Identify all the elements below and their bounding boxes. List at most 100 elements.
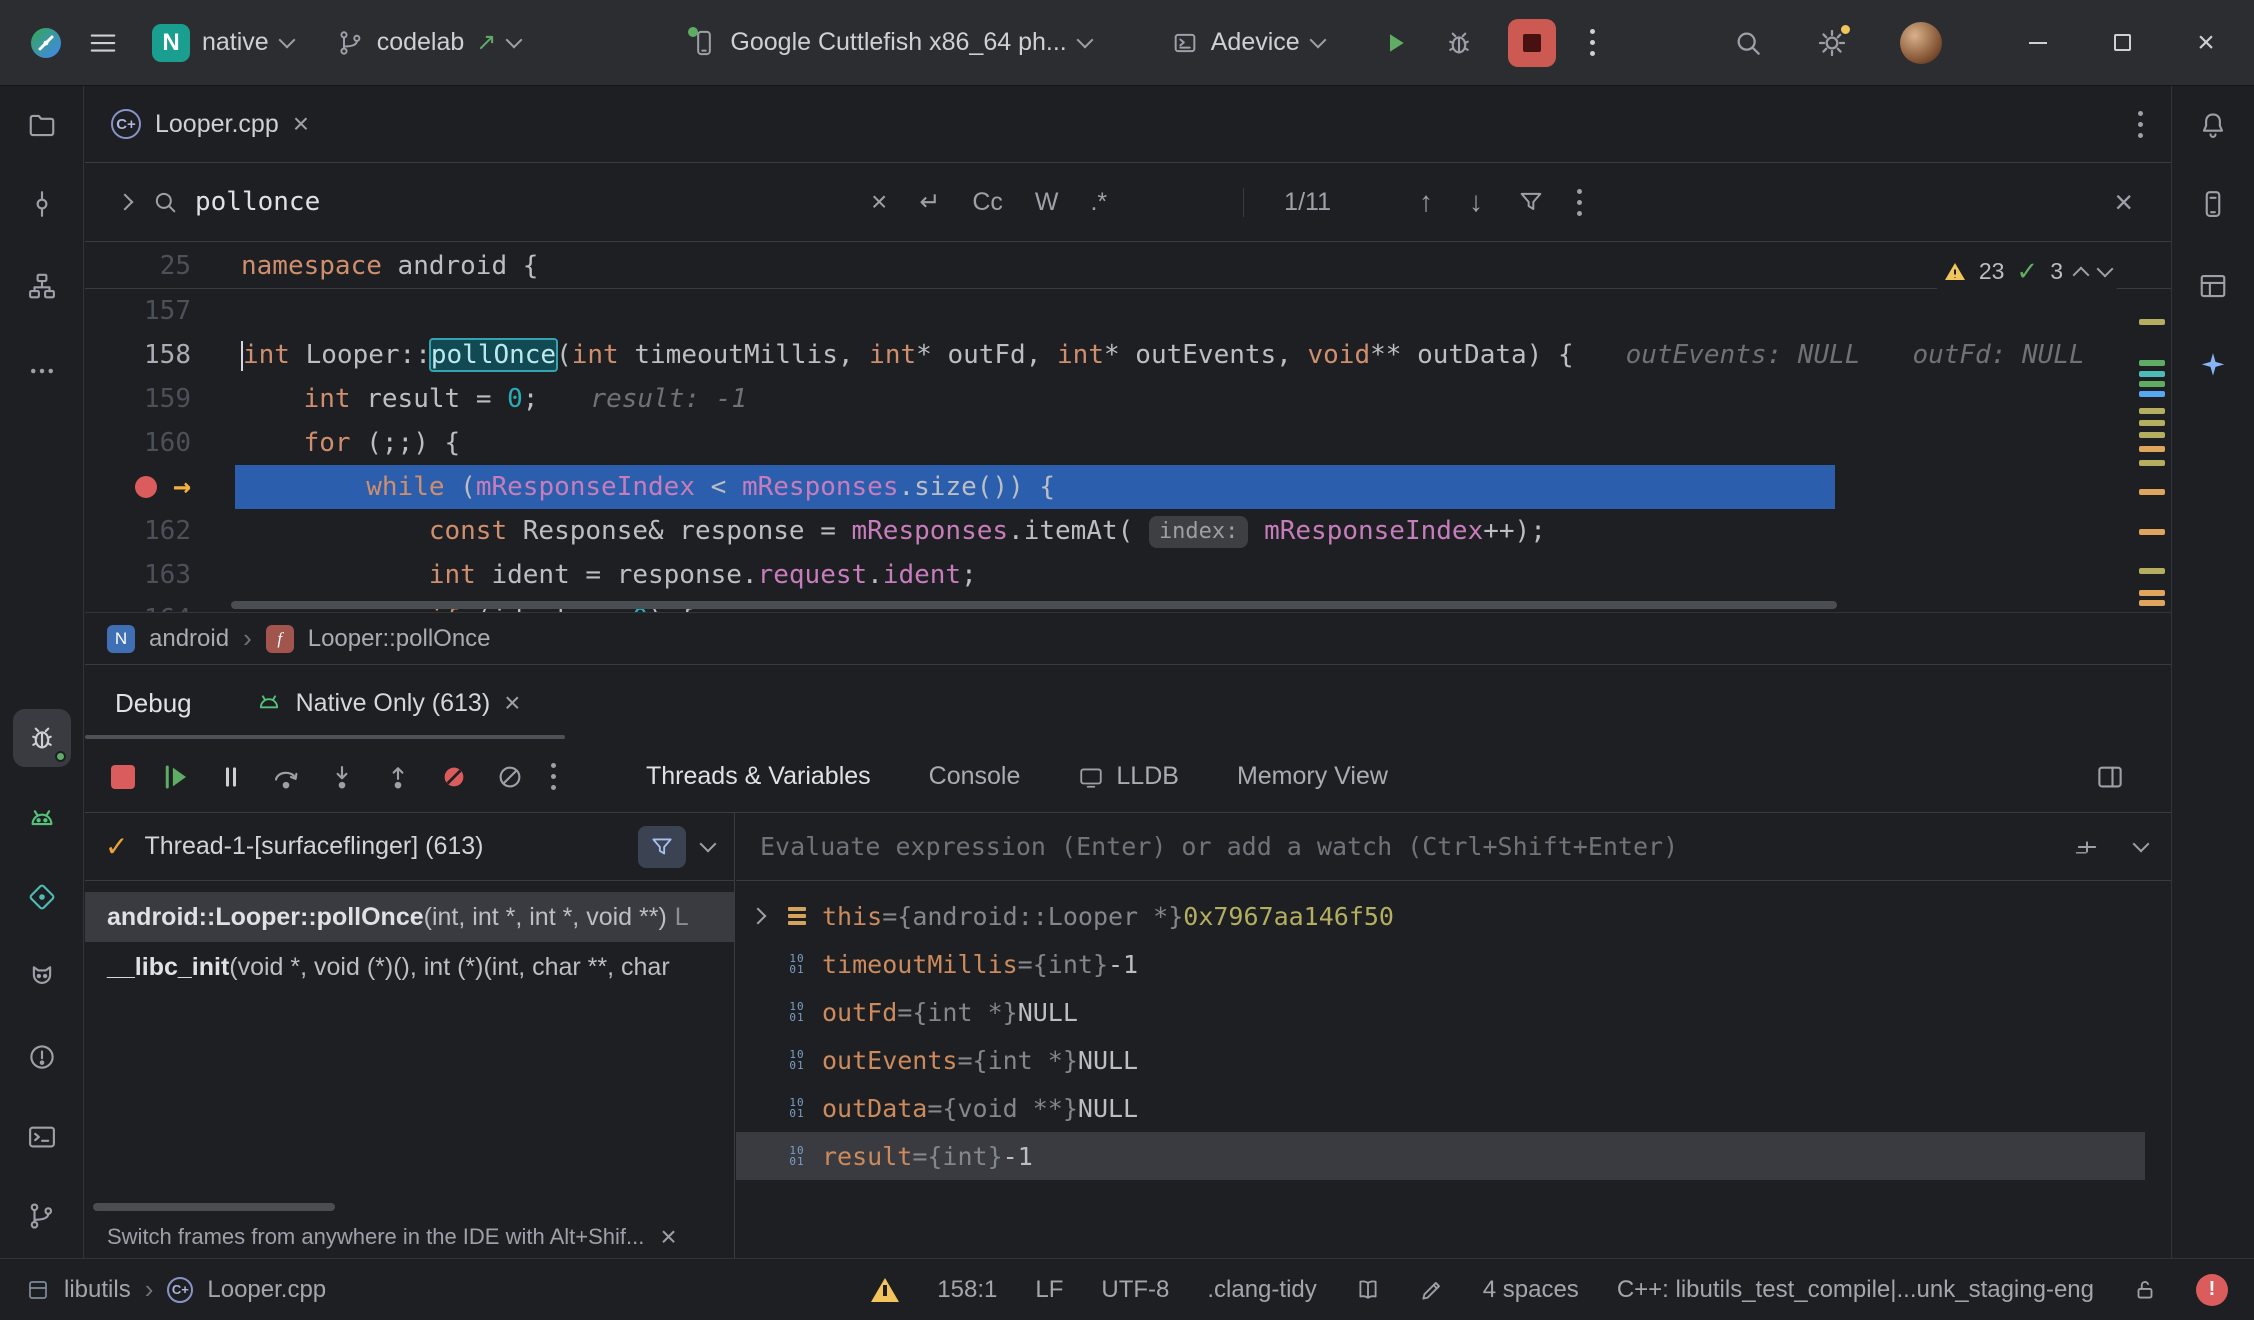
- error-stripe-mark[interactable]: [2139, 460, 2165, 466]
- highlighting-level-icon[interactable]: [1419, 1277, 1445, 1303]
- version-control-tool-icon[interactable]: [27, 1201, 57, 1231]
- tab-console[interactable]: Console: [929, 762, 1021, 791]
- gutter-157[interactable]: 157: [85, 289, 235, 333]
- vcs-branch-selector[interactable]: codelab ↗: [327, 28, 531, 57]
- layout-inspector-tool-icon[interactable]: [2198, 271, 2228, 301]
- gutter-160[interactable]: 160: [85, 421, 235, 465]
- stop-process-icon[interactable]: [111, 765, 135, 789]
- tab-threads-variables[interactable]: Threads & Variables: [646, 762, 871, 791]
- indent-setting[interactable]: 4 spaces: [1483, 1276, 1579, 1304]
- breadcrumb-namespace[interactable]: android: [149, 625, 229, 653]
- stack-frame-row[interactable]: android::Looper::pollOnce(int, int *, in…: [85, 892, 734, 942]
- gutter-162[interactable]: 162: [85, 509, 235, 553]
- layout-settings-icon[interactable]: [2095, 762, 2125, 792]
- session-close-icon[interactable]: ×: [504, 689, 520, 717]
- gutter-159[interactable]: 159: [85, 377, 235, 421]
- notifications-tool-icon[interactable]: [2198, 110, 2228, 140]
- close-button[interactable]: ×: [2186, 26, 2226, 60]
- search-everywhere-icon[interactable]: [1732, 27, 1764, 59]
- debug-session-tab[interactable]: Native Only (613) ×: [256, 689, 521, 718]
- step-over-icon[interactable]: [271, 762, 301, 792]
- tab-lldb[interactable]: LLDB: [1078, 762, 1179, 791]
- tab-memory-view[interactable]: Memory View: [1237, 762, 1388, 791]
- words-toggle[interactable]: W: [1019, 188, 1075, 217]
- warning-triangle-icon[interactable]: [871, 1278, 899, 1302]
- close-search-icon[interactable]: ×: [2114, 186, 2151, 218]
- user-avatar[interactable]: [1900, 22, 1942, 64]
- thread-selector[interactable]: ✓ Thread-1-[surfaceflinger] (613): [85, 813, 734, 881]
- error-stripe-mark[interactable]: [2139, 371, 2165, 377]
- variable-row[interactable]: 1001result = {int} -1: [736, 1132, 2145, 1180]
- status-module[interactable]: libutils: [64, 1276, 131, 1304]
- caret-position[interactable]: 158:1: [937, 1276, 997, 1304]
- more-actions-icon[interactable]: [1590, 29, 1595, 56]
- structure-tool-icon[interactable]: [27, 271, 57, 301]
- code-line-158[interactable]: 158int Looper::pollOnce(int timeoutMilli…: [85, 333, 2171, 377]
- run-button[interactable]: [1380, 28, 1410, 58]
- search-history-icon[interactable]: [151, 188, 179, 216]
- chevron-down-icon[interactable]: [2133, 835, 2150, 852]
- variable-row[interactable]: 1001outEvents = {int *} NULL: [736, 1036, 2145, 1084]
- step-out-icon[interactable]: [383, 762, 413, 792]
- project-tool-icon[interactable]: [27, 110, 57, 140]
- error-stripe-mark[interactable]: [2139, 319, 2165, 325]
- stop-button[interactable]: [1508, 19, 1556, 67]
- code-line-25[interactable]: 25namespace android {: [85, 244, 2171, 289]
- reader-mode-icon[interactable]: [1355, 1277, 1381, 1303]
- unlock-icon[interactable]: [2132, 1277, 2158, 1303]
- code-line-159[interactable]: 159 int result = 0;result: -1: [85, 377, 2171, 421]
- clear-search-icon[interactable]: ×: [855, 188, 903, 216]
- minimize-button[interactable]: [2018, 42, 2058, 44]
- run-configuration-selector[interactable]: Adevice: [1161, 28, 1334, 57]
- main-menu-icon[interactable]: [88, 28, 118, 58]
- app-quality-insights-icon[interactable]: [27, 882, 57, 912]
- gutter-25[interactable]: 25: [85, 244, 235, 288]
- prev-problem-icon[interactable]: [2073, 266, 2090, 283]
- emulator-tool-icon[interactable]: [27, 804, 57, 834]
- newline-toggle-icon[interactable]: ↵: [903, 187, 956, 217]
- error-notification-icon[interactable]: !: [2196, 1274, 2228, 1306]
- previous-match-icon[interactable]: ↑: [1401, 186, 1451, 218]
- variable-row[interactable]: 1001outData = {void **} NULL: [736, 1084, 2145, 1132]
- editor-tab-looper[interactable]: C+ Looper.cpp ×: [85, 86, 335, 162]
- commit-tool-icon[interactable]: [27, 189, 57, 219]
- code-line-157[interactable]: 157: [85, 289, 2171, 333]
- problems-tool-icon[interactable]: [27, 1042, 57, 1072]
- debug-more-icon[interactable]: [551, 763, 556, 790]
- terminal-tool-icon[interactable]: [27, 1122, 57, 1152]
- error-stripe-mark[interactable]: [2139, 408, 2165, 414]
- code-line-163[interactable]: 163 int ident = response.request.ident;: [85, 553, 2171, 597]
- device-manager-tool-icon[interactable]: [2198, 189, 2228, 219]
- next-match-icon[interactable]: ↓: [1451, 186, 1501, 218]
- error-stripe-mark[interactable]: [2139, 432, 2165, 438]
- breakpoint-options-icon[interactable]: [495, 762, 525, 792]
- editor-options-icon[interactable]: [2138, 111, 2143, 138]
- error-stripe-mark[interactable]: [2139, 600, 2165, 606]
- stack-frame-row[interactable]: __libc_init(void *, void (*)(), int (*)(…: [85, 942, 734, 992]
- code-line-160[interactable]: 160 for (;;) {: [85, 421, 2171, 465]
- status-file[interactable]: Looper.cpp: [207, 1276, 326, 1304]
- logcat-tool-icon[interactable]: [27, 961, 57, 991]
- evaluate-expression-field[interactable]: Evaluate expression (Enter) or add a wat…: [736, 813, 2171, 881]
- gutter-164[interactable]: 164: [85, 597, 235, 612]
- dismiss-hint-icon[interactable]: ×: [660, 1223, 676, 1251]
- error-stripe-mark[interactable]: [2139, 590, 2165, 596]
- gutter-158[interactable]: 158: [85, 333, 235, 377]
- error-stripe-mark[interactable]: [2139, 529, 2165, 535]
- more-tools-icon[interactable]: [27, 356, 57, 386]
- maximize-button[interactable]: [2102, 34, 2142, 51]
- error-stripe-mark[interactable]: [2139, 420, 2165, 426]
- add-watch-icon[interactable]: [2073, 833, 2101, 861]
- settings-button[interactable]: [1816, 27, 1848, 59]
- error-stripe-mark[interactable]: [2139, 446, 2165, 452]
- search-filter-icon[interactable]: [1501, 188, 1561, 216]
- cpp-configuration[interactable]: C++: libutils_test_compile|...unk_stagin…: [1617, 1276, 2094, 1304]
- project-selector[interactable]: N native: [142, 24, 303, 62]
- editor-horizontal-scrollbar[interactable]: [231, 601, 1837, 609]
- gutter-163[interactable]: 163: [85, 553, 235, 597]
- error-stripe-mark[interactable]: [2139, 381, 2165, 387]
- mute-breakpoints-icon[interactable]: [439, 762, 469, 792]
- pause-icon[interactable]: [217, 763, 245, 791]
- debug-tool-icon-active[interactable]: [13, 709, 71, 767]
- breakpoint-icon[interactable]: [135, 476, 157, 498]
